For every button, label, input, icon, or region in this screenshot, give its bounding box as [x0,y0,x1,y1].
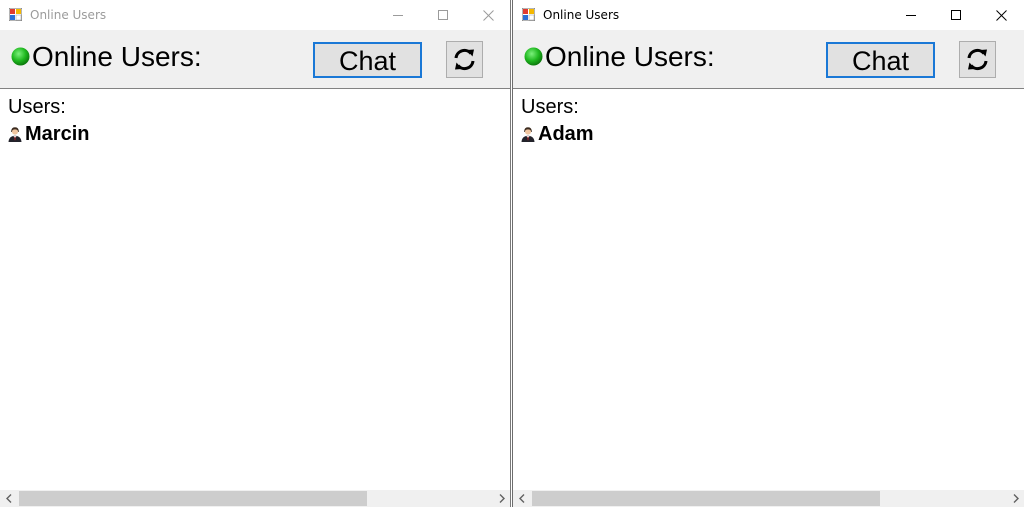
minimize-icon [393,15,403,16]
minimize-button[interactable] [375,0,421,30]
window-title: Online Users [30,8,107,22]
close-button[interactable] [465,0,510,30]
refresh-button[interactable] [446,41,483,78]
user-item[interactable]: Adam [520,123,594,145]
chevron-right-icon [499,494,505,503]
minimize-button[interactable] [888,0,934,30]
close-icon [995,9,1007,21]
scrollbar-thumb[interactable] [532,491,880,506]
chevron-right-icon [1013,494,1019,503]
scroll-right-button[interactable] [1007,490,1024,507]
users-list[interactable]: Users: Marcin [0,88,510,507]
online-users-window-left: Online Users Online Users: Chat Users: M… [0,0,511,507]
scroll-left-button[interactable] [0,490,17,507]
minimize-icon [906,15,916,16]
users-list[interactable]: Users: Adam [513,88,1024,507]
online-users-label: Online Users: [32,41,202,72]
users-heading: Users: [521,96,579,118]
scrollbar-thumb[interactable] [19,491,367,506]
online-status-icon [524,47,543,66]
chat-button[interactable]: Chat [313,42,422,78]
app-icon [522,8,535,21]
user-avatar-icon [8,127,22,142]
refresh-button[interactable] [959,41,996,78]
chevron-left-icon [5,494,11,503]
chat-button[interactable]: Chat [826,42,935,78]
user-item[interactable]: Marcin [7,123,89,145]
window-title: Online Users [543,8,620,22]
maximize-icon [951,10,961,20]
user-name: Marcin [25,122,90,145]
toolbar: Online Users: Chat [0,30,510,88]
refresh-icon [454,48,475,71]
close-icon [482,9,494,21]
chevron-left-icon [518,494,524,503]
refresh-icon [967,48,988,71]
maximize-button[interactable] [420,0,466,30]
horizontal-scrollbar[interactable] [513,490,1024,507]
user-avatar-icon [521,127,535,142]
online-status-icon [11,47,30,66]
online-users-window-right: Online Users Online Users: Chat Users: A… [512,0,1024,507]
scroll-right-button[interactable] [493,490,510,507]
scroll-left-button[interactable] [513,490,530,507]
users-heading: Users: [8,96,66,118]
title-bar[interactable]: Online Users [513,0,1024,30]
toolbar: Online Users: Chat [513,30,1024,88]
online-users-label: Online Users: [545,41,715,72]
title-bar[interactable]: Online Users [0,0,510,30]
maximize-button[interactable] [933,0,979,30]
app-icon [9,8,22,21]
user-name: Adam [538,122,594,145]
maximize-icon [438,10,448,20]
close-button[interactable] [978,0,1024,30]
horizontal-scrollbar[interactable] [0,490,510,507]
